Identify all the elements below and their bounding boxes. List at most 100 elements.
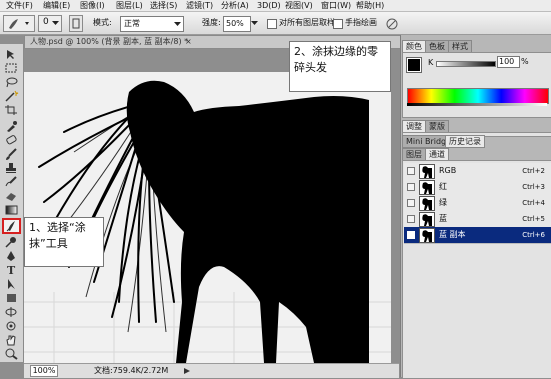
path-select-icon[interactable]: [4, 278, 19, 290]
pen-icon[interactable]: [4, 250, 19, 262]
visibility-toggle[interactable]: [407, 183, 415, 191]
move-icon[interactable]: [4, 48, 19, 60]
color-panel: K 100 %: [402, 52, 551, 118]
channel-name: RGB: [439, 166, 457, 175]
menu-image[interactable]: 图像(I): [80, 0, 105, 11]
color-ramp[interactable]: [407, 88, 549, 104]
k-value-input[interactable]: 100: [497, 56, 520, 68]
eye-icon[interactable]: [407, 231, 415, 239]
3d-orbit-icon[interactable]: [4, 320, 19, 332]
callout-step-1: 1、选择“涂 抹”工具: [24, 217, 104, 267]
smudge-tool-icon: [9, 19, 29, 29]
status-bar: 100% 文档:759.4K/2.72M: [24, 363, 399, 378]
healing-icon[interactable]: [4, 134, 19, 146]
channel-row[interactable]: 红 Ctrl+3: [404, 179, 551, 196]
dodge-icon[interactable]: [4, 236, 19, 248]
mode-label: 模式:: [93, 18, 112, 27]
channel-thumbnail: [419, 212, 435, 227]
channel-thumbnail: [419, 228, 435, 243]
toolbox: T: [0, 44, 24, 362]
tab-history[interactable]: 历史记录: [445, 135, 485, 148]
menu-analysis[interactable]: 分析(A): [221, 0, 249, 11]
tablet-pressure-icon[interactable]: [386, 18, 398, 30]
visibility-toggle[interactable]: [407, 167, 415, 175]
channel-name: 蓝 副本: [439, 230, 466, 239]
menu-help[interactable]: 帮助(H): [356, 0, 384, 11]
close-icon[interactable]: ×: [185, 36, 192, 48]
channel-thumbnail: [419, 164, 435, 179]
menu-3d[interactable]: 3D(D): [257, 0, 281, 11]
callout-step-2-line-1: 2、涂抹边缘的零: [294, 45, 378, 58]
chevron-down-icon: [174, 22, 181, 26]
mode-select[interactable]: 正常: [120, 16, 184, 32]
marquee-icon[interactable]: [4, 62, 19, 74]
menu-file[interactable]: 文件(F): [6, 0, 33, 11]
channel-name: 蓝: [439, 214, 447, 223]
brush-icon[interactable]: [4, 148, 19, 160]
sample-all-layers-label: 对所有图层取样: [279, 18, 335, 27]
brush-size-picker[interactable]: 0: [38, 15, 62, 32]
zoom-level-input[interactable]: 100%: [30, 365, 58, 377]
channel-row[interactable]: 蓝 Ctrl+5: [404, 211, 551, 228]
visibility-toggle[interactable]: [407, 215, 415, 223]
eyedropper-icon[interactable]: [4, 120, 19, 132]
right-panel-dock: 颜色 色板 样式 K 100 % 调整 蒙版 Mini Bridge 历史记录 …: [400, 35, 551, 379]
zoom-icon[interactable]: [4, 348, 19, 360]
menu-view[interactable]: 视图(V): [285, 0, 313, 11]
crop-icon[interactable]: [4, 104, 19, 116]
chevron-down-icon: [52, 21, 59, 25]
channel-shortcut: Ctrl+3: [522, 183, 545, 191]
eraser-icon[interactable]: [4, 190, 19, 202]
k-unit: %: [521, 57, 529, 66]
finger-paint-label: 手指绘画: [345, 18, 377, 27]
svg-text:T: T: [7, 264, 16, 276]
clone-stamp-icon[interactable]: [4, 162, 19, 174]
document-title: 人物.psd @ 100% (背景 副本, 蓝 副本/8) *: [30, 37, 189, 46]
grayscale-ramp[interactable]: [407, 103, 547, 106]
magic-wand-icon[interactable]: [4, 90, 19, 102]
strength-value: 50%: [226, 19, 244, 28]
channels-panel: RGB Ctrl+2 红 Ctrl+3 绿 Ctrl+4 蓝 Ctrl+5 蓝 副本 Ctrl+6: [402, 160, 551, 379]
callout-step-2-line-2: 碎头发: [294, 61, 327, 74]
tool-preset-picker[interactable]: [3, 15, 35, 32]
menu-window[interactable]: 窗口(W): [321, 0, 351, 11]
3d-rotate-icon[interactable]: [4, 306, 19, 318]
channel-row[interactable]: RGB Ctrl+2: [404, 163, 551, 180]
channel-shortcut: Ctrl+6: [522, 231, 545, 239]
menu-select[interactable]: 选择(S): [150, 0, 177, 11]
menu-edit[interactable]: 编辑(E): [43, 0, 70, 11]
chevron-down-icon[interactable]: [251, 21, 258, 26]
strength-label: 强度:: [202, 18, 221, 27]
callout-step-1-line-2: 抹”工具: [29, 237, 68, 250]
chevron-right-icon[interactable]: [184, 368, 190, 374]
strength-input[interactable]: 50%: [223, 16, 251, 32]
brush-panel-toggle[interactable]: [69, 15, 83, 32]
brush-panel-icon: [72, 18, 80, 29]
hand-icon[interactable]: [4, 334, 19, 346]
channel-shortcut: Ctrl+4: [522, 199, 545, 207]
menu-filter[interactable]: 滤镜(T): [186, 0, 213, 11]
channel-thumbnail: [419, 196, 435, 211]
menu-layer[interactable]: 图层(L): [116, 0, 143, 11]
history-brush-icon[interactable]: [4, 176, 19, 188]
channel-shortcut: Ctrl+5: [522, 215, 545, 223]
channel-thumbnail: [419, 180, 435, 195]
type-icon[interactable]: T: [4, 264, 19, 277]
gradient-icon[interactable]: [4, 204, 19, 216]
menu-bar: 文件(F) 编辑(E) 图像(I) 图层(L) 选择(S) 滤镜(T) 分析(A…: [0, 0, 551, 12]
document-info: 文档:759.4K/2.72M: [94, 366, 169, 375]
k-slider[interactable]: [436, 61, 496, 67]
visibility-toggle[interactable]: [407, 199, 415, 207]
foreground-color-swatch[interactable]: [406, 57, 422, 73]
lasso-icon[interactable]: [4, 76, 19, 88]
callout-step-1-line-1: 1、选择“涂: [29, 221, 86, 234]
options-bar: 0 模式: 正常 强度: 50% 对所有图层取样 手指绘画: [0, 12, 551, 35]
k-label: K: [428, 58, 434, 67]
channel-row[interactable]: 蓝 副本 Ctrl+6: [404, 227, 551, 244]
finger-paint-checkbox[interactable]: [333, 19, 343, 29]
channel-name: 红: [439, 182, 447, 191]
shape-icon[interactable]: [4, 292, 19, 304]
smudge-icon[interactable]: [2, 218, 21, 234]
sample-all-layers-checkbox[interactable]: [267, 19, 277, 29]
channel-row[interactable]: 绿 Ctrl+4: [404, 195, 551, 212]
